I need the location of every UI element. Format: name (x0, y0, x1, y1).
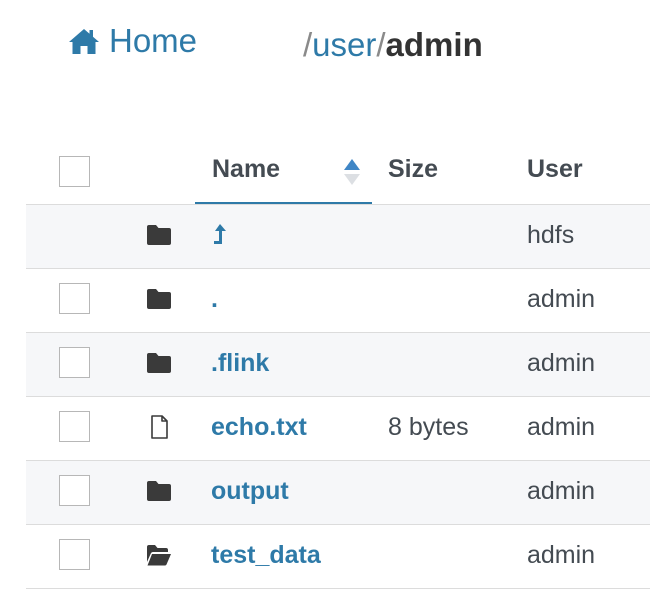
row-user: admin (527, 285, 596, 313)
row-name-link[interactable]: output (211, 477, 289, 506)
row-checkbox[interactable] (59, 283, 90, 314)
row-name-link[interactable]: test_data (211, 541, 321, 570)
row-user: hdfs (527, 221, 575, 249)
table-row[interactable]: .flink admin (26, 332, 650, 396)
row-size: 8 bytes (388, 413, 469, 441)
sort-ascending-icon (344, 159, 360, 185)
table-row[interactable]: test_data admin (26, 524, 650, 589)
folder-icon (147, 353, 171, 373)
table-header: Name Size User (26, 137, 650, 204)
row-user: admin (527, 349, 596, 377)
row-name-link[interactable]: . (211, 285, 218, 314)
parent-directory-icon[interactable] (211, 223, 229, 247)
folder-icon (147, 289, 171, 309)
select-all-checkbox[interactable] (59, 156, 90, 187)
row-user: admin (527, 413, 596, 441)
path-segment-user[interactable]: user (312, 26, 376, 64)
row-checkbox[interactable] (59, 475, 90, 506)
table-row[interactable]: output admin (26, 460, 650, 524)
table-row[interactable]: . admin (26, 268, 650, 332)
folder-open-icon (147, 545, 171, 566)
row-user: admin (527, 477, 596, 505)
path-separator: / (303, 26, 313, 63)
folder-icon (147, 481, 171, 501)
file-icon (151, 415, 168, 439)
table-row-parent[interactable]: hdfs (26, 204, 650, 268)
row-user: admin (527, 541, 596, 569)
file-table: Name Size User hdfs . admin .flink admin… (26, 137, 650, 589)
folder-icon (147, 225, 171, 245)
column-header-name[interactable]: Name (195, 137, 372, 204)
column-header-user[interactable]: User (527, 155, 583, 184)
row-checkbox[interactable] (59, 539, 90, 570)
table-row[interactable]: echo.txt 8 bytes admin (26, 396, 650, 460)
home-link[interactable]: Home (68, 22, 197, 60)
breadcrumb: Home / user / admin (0, 0, 650, 100)
row-name-link[interactable]: .flink (211, 349, 269, 378)
row-checkbox[interactable] (59, 411, 90, 442)
home-label: Home (109, 22, 198, 59)
column-name-label: Name (212, 155, 281, 183)
current-path: / user / admin (303, 26, 483, 64)
path-separator: / (376, 26, 386, 63)
row-checkbox[interactable] (59, 347, 90, 378)
path-segment-admin: admin (385, 26, 483, 63)
column-header-size[interactable]: Size (388, 155, 438, 184)
home-icon (69, 29, 99, 54)
row-name-link[interactable]: echo.txt (211, 413, 307, 442)
